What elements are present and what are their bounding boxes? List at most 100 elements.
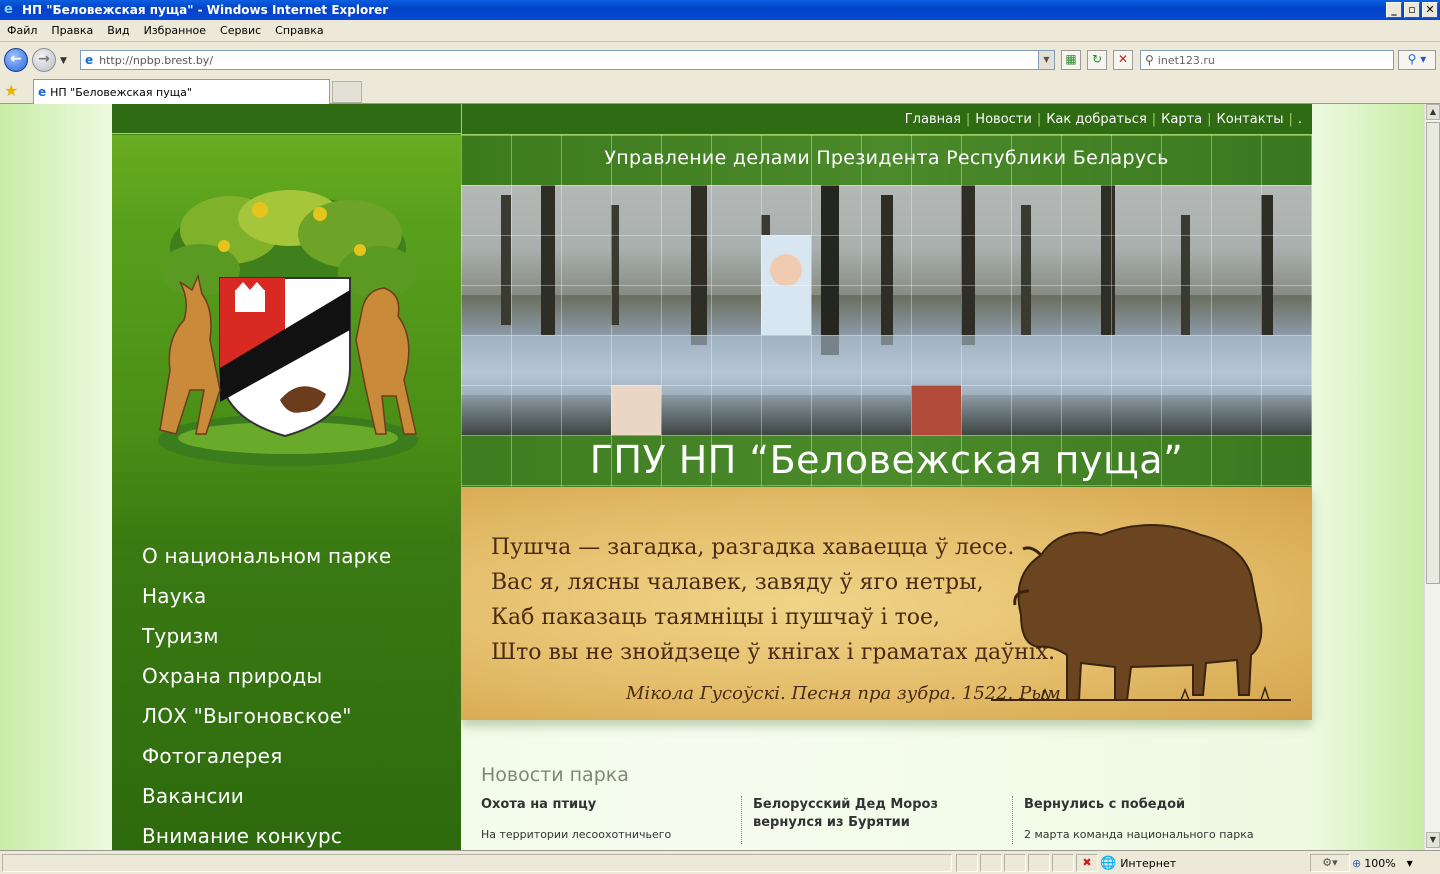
- header-banner: Управление делами Президента Республики …: [461, 135, 1312, 487]
- topnav-contacts[interactable]: Контакты: [1217, 112, 1284, 127]
- menu-item-contest[interactable]: Внимание конкурс: [142, 824, 391, 850]
- maximize-button[interactable]: ▫: [1404, 2, 1420, 18]
- new-tab-button[interactable]: [332, 81, 362, 103]
- page-viewport: О национальном парке Наука Туризм Охрана…: [0, 104, 1424, 850]
- news-text: 2 марта команда национального парка: [1024, 828, 1254, 841]
- bison-illustration: [991, 524, 1291, 701]
- search-input[interactable]: ⚲ inet123.ru: [1140, 50, 1394, 70]
- page-icon: e: [85, 53, 94, 67]
- status-cell: [1028, 854, 1050, 872]
- menu-help[interactable]: Справка: [268, 24, 330, 37]
- news-title[interactable]: Охота на птицу: [481, 796, 731, 814]
- news-item: Белорусский Дед Мороз вернулся из Буряти…: [741, 796, 1001, 844]
- minimize-button[interactable]: _: [1386, 2, 1402, 18]
- zoom-control[interactable]: ⊕ 100% ▼: [1352, 854, 1436, 872]
- poem-line: Вас я, лясны чалавек, завяду ў яго нетры…: [491, 570, 984, 595]
- scroll-thumb[interactable]: [1426, 122, 1440, 584]
- poem-line: Пушча — загадка, разгадка хаваецца ў лес…: [491, 535, 1015, 560]
- topnav-map[interactable]: Карта: [1161, 112, 1202, 127]
- topnav-separator: |: [1151, 111, 1157, 127]
- protected-mode-icon[interactable]: ⚙▾: [1310, 854, 1350, 872]
- scroll-up-icon[interactable]: ▲: [1426, 104, 1440, 120]
- topnav-separator: |: [1207, 111, 1212, 127]
- main-menu: О национальном парке Наука Туризм Охрана…: [142, 544, 391, 850]
- tab-page-icon: e: [38, 85, 47, 99]
- search-button[interactable]: ⚲ ▾: [1398, 50, 1436, 70]
- menu-edit[interactable]: Правка: [44, 24, 100, 37]
- tab-active[interactable]: e НП "Беловежская пуща": [33, 79, 330, 104]
- stop-icon[interactable]: ✕: [1113, 50, 1133, 70]
- menu-item-vacancies[interactable]: Вакансии: [142, 784, 391, 824]
- status-cell: [1052, 854, 1074, 872]
- window-titlebar: e НП "Беловежская пуща" - Windows Intern…: [0, 0, 1440, 20]
- menu-bar: Файл Правка Вид Избранное Сервис Справка: [0, 20, 1440, 42]
- vertical-scrollbar[interactable]: ▲ ▼: [1424, 104, 1440, 850]
- tab-bar: ★ e НП "Беловежская пуща": [0, 78, 1440, 104]
- globe-icon: 🌐: [1100, 855, 1117, 871]
- menu-item-photogallery[interactable]: Фотогалерея: [142, 744, 391, 784]
- close-button[interactable]: ✕: [1422, 2, 1438, 18]
- window-title: НП "Беловежская пуща" - Windows Internet…: [22, 3, 389, 17]
- zoom-level: 100%: [1364, 856, 1396, 870]
- address-dropdown-icon[interactable]: ▼: [1038, 51, 1054, 69]
- window-controls: _ ▫ ✕: [1386, 2, 1438, 18]
- search-value: inet123.ru: [1157, 53, 1215, 67]
- menu-file[interactable]: Файл: [0, 24, 44, 37]
- search-icon: ⚲: [1145, 53, 1154, 67]
- topnav-separator: |: [1288, 111, 1293, 127]
- zone-label: Интернет: [1120, 856, 1177, 870]
- news-item: Вернулись с победой 2 марта команда наци…: [1012, 796, 1282, 844]
- refresh-icon[interactable]: ↻: [1087, 50, 1107, 70]
- forest-flood-photo: [461, 185, 1312, 435]
- top-navigation: Главная | Новости | Как добраться | Карт…: [461, 104, 1312, 135]
- poem-block: Пушча — загадка, разгадка хаваецца ў лес…: [461, 487, 1312, 720]
- status-cell: [956, 854, 978, 872]
- zoom-dropdown-icon: ▼: [1406, 858, 1413, 868]
- menu-item-hunting[interactable]: ЛОХ "Выгоновское": [142, 704, 391, 744]
- coat-of-arms-emblem: [158, 190, 418, 466]
- menu-item-tourism[interactable]: Туризм: [142, 624, 391, 664]
- forest-trees-image: [461, 185, 1312, 435]
- news-title[interactable]: Вернулись с победой: [1024, 796, 1282, 814]
- content-column: Главная | Новости | Как добраться | Карт…: [461, 104, 1312, 850]
- menu-favorites[interactable]: Избранное: [137, 24, 213, 37]
- topnav-news[interactable]: Новости: [975, 112, 1032, 127]
- back-arrow-icon[interactable]: ←: [4, 48, 28, 72]
- news-title[interactable]: Белорусский Дед Мороз вернулся из Буряти…: [753, 796, 1001, 832]
- menu-item-about[interactable]: О национальном парке: [142, 544, 391, 584]
- poem-lines: Пушча — загадка, разгадка хаваецца ў лес…: [491, 535, 1055, 675]
- topnav-directions[interactable]: Как добраться: [1046, 112, 1147, 127]
- zoom-icon: ⊕: [1352, 856, 1362, 870]
- menu-view[interactable]: Вид: [100, 24, 136, 37]
- security-zone: 🌐 Интернет: [1100, 854, 1306, 872]
- topnav-separator: |: [965, 111, 971, 127]
- left-sidebar: О национальном парке Наука Туризм Охрана…: [112, 104, 461, 850]
- topnav-dot[interactable]: .: [1298, 112, 1302, 127]
- forward-arrow-icon[interactable]: →: [32, 48, 56, 72]
- poem-line: Каб паказаць таямніцы і пушчаў і тое,: [491, 605, 941, 630]
- site-page: О национальном парке Наука Туризм Охрана…: [112, 104, 1312, 850]
- address-url: http://npbp.brest.by/: [99, 53, 214, 67]
- poem-line: Што вы не знойдзеце ў кнігах і граматах …: [491, 640, 1056, 665]
- compatibility-icon[interactable]: ▦: [1061, 50, 1081, 70]
- tab-title: НП "Беловежская пуща": [50, 85, 192, 99]
- topnav-separator: |: [1036, 111, 1042, 127]
- menu-item-nature-protection[interactable]: Охрана природы: [142, 664, 391, 704]
- scroll-down-icon[interactable]: ▼: [1426, 832, 1440, 848]
- recent-pages-dropdown-icon[interactable]: ▼: [60, 56, 67, 66]
- favorites-star-icon[interactable]: ★: [4, 81, 18, 100]
- menu-tools[interactable]: Сервис: [213, 24, 268, 37]
- ie-logo-icon: e: [4, 2, 13, 17]
- topnav-home[interactable]: Главная: [905, 112, 961, 127]
- news-heading: Новости парка: [481, 764, 629, 786]
- popup-blocker-icon[interactable]: ✖: [1076, 854, 1098, 872]
- status-cell: [1004, 854, 1026, 872]
- status-bar: ✖ 🌐 Интернет ⚙▾ ⊕ 100% ▼: [0, 850, 1440, 874]
- news-text: На территории лесоохотничьего: [481, 828, 672, 841]
- menu-item-science[interactable]: Наука: [142, 584, 391, 624]
- left-top-band: [112, 104, 461, 134]
- park-title: ГПУ НП “Беловежская пуща”: [589, 438, 1184, 482]
- gov-title: Управление делами Президента Республики …: [604, 147, 1169, 169]
- address-bar[interactable]: e http://npbp.brest.by/ ▼: [80, 50, 1055, 70]
- news-item: Охота на птицу На территории лесоохотнич…: [481, 796, 731, 844]
